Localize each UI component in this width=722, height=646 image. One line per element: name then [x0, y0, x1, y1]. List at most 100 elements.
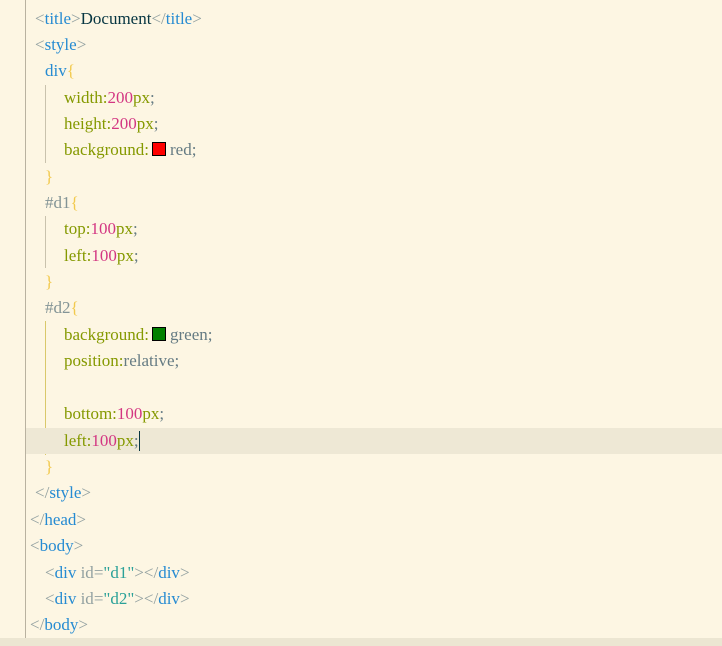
text-content: Document: [80, 9, 152, 28]
code-line[interactable]: </body>: [26, 612, 722, 638]
tag-name: div: [158, 563, 180, 582]
tag-name: div: [54, 589, 77, 608]
css-brace: }: [45, 272, 54, 291]
css-selector: #d1: [45, 193, 71, 212]
css-property: width: [64, 88, 103, 107]
tag-bracket: >: [179, 589, 190, 608]
attr-value: "d1": [103, 563, 135, 582]
tag-name: style: [49, 483, 82, 502]
css-brace: }: [45, 457, 54, 476]
tag-bracket: >: [73, 536, 84, 555]
css-property: background: [64, 325, 145, 344]
css-selector: #d2: [45, 298, 71, 317]
code-line[interactable]: position:relative;: [26, 348, 722, 374]
tag-bracket: <: [35, 35, 45, 54]
tag-bracket: >: [76, 35, 87, 54]
css-number: 100: [91, 431, 117, 450]
css-number: 100: [91, 246, 117, 265]
code-line[interactable]: bottom:100px;: [26, 401, 722, 427]
tag-bracket: <: [45, 589, 55, 608]
tag-bracket: </: [30, 615, 45, 634]
css-semicolon: ;: [159, 404, 165, 423]
css-colon: :: [144, 325, 149, 344]
tag-bracket: <: [45, 563, 55, 582]
code-line[interactable]: <style>: [26, 32, 722, 58]
css-value: relative: [123, 351, 175, 370]
tag-name: body: [44, 615, 79, 634]
code-line[interactable]: </style>: [26, 480, 722, 506]
tag-name: div: [158, 589, 180, 608]
css-property: background: [64, 140, 145, 159]
css-property: left: [64, 246, 87, 265]
css-property: left: [64, 431, 87, 450]
code-line[interactable]: #d1{: [26, 190, 722, 216]
css-brace: {: [70, 298, 79, 317]
css-unit: px: [116, 246, 134, 265]
code-editor[interactable]: <title>Document</title> <style> div{ wid…: [0, 0, 722, 646]
code-line-empty[interactable]: [26, 374, 722, 400]
tag-name: style: [44, 35, 77, 54]
css-semicolon: ;: [191, 140, 197, 159]
tag-bracket: >: [134, 563, 144, 582]
tag-name: title: [44, 9, 72, 28]
code-line[interactable]: left:100px;: [26, 243, 722, 269]
attr-equals: =: [93, 589, 104, 608]
css-brace: {: [70, 193, 79, 212]
tag-bracket: >: [179, 563, 190, 582]
css-unit: px: [142, 404, 160, 423]
code-line[interactable]: top:100px;: [26, 216, 722, 242]
css-unit: px: [115, 219, 133, 238]
css-brace: }: [45, 167, 54, 186]
code-line[interactable]: div{: [26, 58, 722, 84]
tag-bracket: <: [30, 536, 40, 555]
css-semicolon: ;: [207, 325, 213, 344]
bottom-scroll-strip[interactable]: [0, 638, 722, 646]
code-line[interactable]: }: [26, 454, 722, 480]
code-line[interactable]: </head>: [26, 507, 722, 533]
code-line[interactable]: }: [26, 164, 722, 190]
css-property: position: [64, 351, 119, 370]
code-line[interactable]: <div id="d1"></div>: [26, 560, 722, 586]
tag-bracket: >: [81, 483, 92, 502]
code-line[interactable]: background: red;: [26, 137, 722, 163]
code-line[interactable]: <title>Document</title>: [26, 6, 722, 32]
tag-bracket: <: [35, 9, 45, 28]
tag-bracket: </: [30, 510, 45, 529]
text-caret: [138, 431, 140, 451]
code-line[interactable]: background: green;: [26, 322, 722, 348]
code-line[interactable]: height:200px;: [26, 111, 722, 137]
css-property: top: [64, 219, 86, 238]
css-semicolon: ;: [174, 351, 180, 370]
color-swatch-green[interactable]: [152, 327, 166, 341]
tag-bracket: >: [71, 9, 81, 28]
attr-equals: =: [93, 563, 104, 582]
color-swatch-red[interactable]: [152, 142, 166, 156]
tag-name: div: [54, 563, 77, 582]
css-unit: px: [136, 114, 154, 133]
code-line[interactable]: #d2{: [26, 295, 722, 321]
css-property: bottom: [64, 404, 113, 423]
code-line[interactable]: <div id="d2"></div>: [26, 586, 722, 612]
tag-bracket: </: [143, 563, 159, 582]
css-property: height: [64, 114, 107, 133]
attr-name: id: [76, 563, 94, 582]
code-line[interactable]: }: [26, 269, 722, 295]
tag-name: body: [39, 536, 74, 555]
css-number: 200: [111, 114, 137, 133]
attr-value: "d2": [103, 589, 135, 608]
tag-bracket: >: [76, 510, 86, 529]
css-value: green: [170, 325, 208, 344]
css-selector: div: [45, 61, 67, 80]
css-semicolon: ;: [149, 88, 155, 107]
code-line[interactable]: width:200px;: [26, 85, 722, 111]
css-unit: px: [116, 431, 134, 450]
tag-bracket: >: [78, 615, 88, 634]
tag-bracket: </: [151, 9, 166, 28]
code-line-active[interactable]: left:100px;: [26, 428, 722, 454]
css-brace: {: [66, 61, 75, 80]
tag-bracket: </: [143, 589, 159, 608]
css-semicolon: ;: [133, 246, 139, 265]
css-number: 100: [90, 219, 116, 238]
tag-bracket: >: [192, 9, 202, 28]
code-line[interactable]: <body>: [26, 533, 722, 559]
